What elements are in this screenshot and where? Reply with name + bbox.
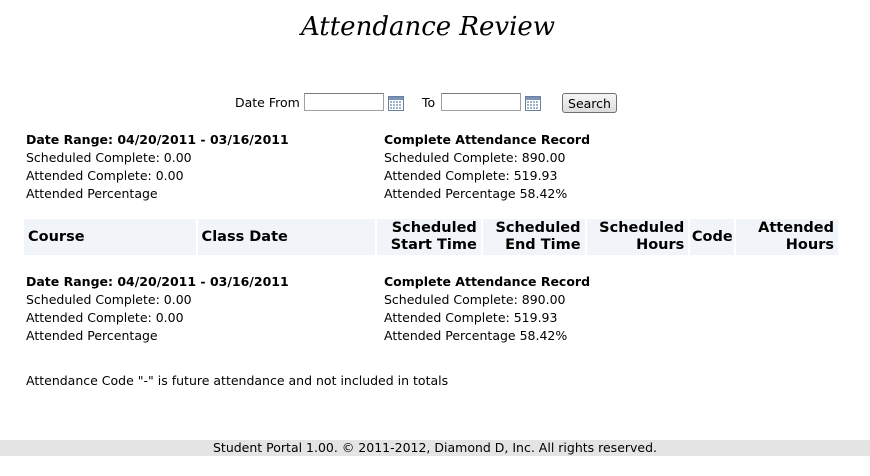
column-header-attended-hours[interactable]: Attended Hours xyxy=(736,219,838,255)
attended-percentage: Attended Percentage xyxy=(26,328,158,343)
column-header-class-date[interactable]: Class Date xyxy=(197,219,376,255)
complete-record-summary: Complete Attendance Record Scheduled Com… xyxy=(384,131,590,203)
date-to-label: To xyxy=(422,95,436,110)
date-range-summary: Date Range: 04/20/2011 - 03/16/2011 Sche… xyxy=(26,131,289,203)
complete-record-heading: Complete Attendance Record xyxy=(384,274,591,289)
attended-complete: Attended Complete: 0.00 xyxy=(26,168,184,183)
page-title: Attendance Review xyxy=(300,12,556,42)
date-range-heading: Date Range: 04/20/2011 - 03/16/2011 xyxy=(26,274,289,289)
attended-complete: Attended Complete: 519.93 xyxy=(384,310,558,325)
attended-percentage: Attended Percentage 58.42% xyxy=(384,328,568,343)
complete-record-summary: Complete Attendance Record Scheduled Com… xyxy=(384,273,590,345)
scheduled-complete: Scheduled Complete: 890.00 xyxy=(384,292,566,307)
scheduled-complete: Scheduled Complete: 890.00 xyxy=(384,150,566,165)
date-from-input[interactable] xyxy=(304,93,384,111)
column-header-scheduled-end-time[interactable]: Scheduled End Time xyxy=(482,219,585,255)
attendance-table-header: Course Class Date Scheduled Start Time Sc… xyxy=(24,219,838,255)
search-button[interactable]: Search xyxy=(562,93,617,113)
footer: Student Portal 1.00. © 2011-2012, Diamon… xyxy=(0,440,870,456)
attended-percentage: Attended Percentage 58.42% xyxy=(384,186,568,201)
date-to-input[interactable] xyxy=(441,93,521,111)
scheduled-complete: Scheduled Complete: 0.00 xyxy=(26,150,192,165)
column-header-course[interactable]: Course xyxy=(24,219,196,255)
attended-complete: Attended Complete: 0.00 xyxy=(26,310,184,325)
column-header-scheduled-start-time[interactable]: Scheduled Start Time xyxy=(377,219,481,255)
scheduled-complete: Scheduled Complete: 0.00 xyxy=(26,292,192,307)
column-header-scheduled-hours[interactable]: Scheduled Hours xyxy=(586,219,689,255)
calendar-icon[interactable] xyxy=(525,95,541,111)
attended-complete: Attended Complete: 519.93 xyxy=(384,168,558,183)
date-range-summary: Date Range: 04/20/2011 - 03/16/2011 Sche… xyxy=(26,273,289,345)
date-from-label: Date From xyxy=(235,95,300,110)
attended-percentage: Attended Percentage xyxy=(26,186,158,201)
column-header-code[interactable]: Code xyxy=(690,219,735,255)
calendar-icon[interactable] xyxy=(388,95,404,111)
date-range-heading: Date Range: 04/20/2011 - 03/16/2011 xyxy=(26,132,289,147)
complete-record-heading: Complete Attendance Record xyxy=(384,132,591,147)
attendance-code-note: Attendance Code "-" is future attendance… xyxy=(26,373,449,388)
